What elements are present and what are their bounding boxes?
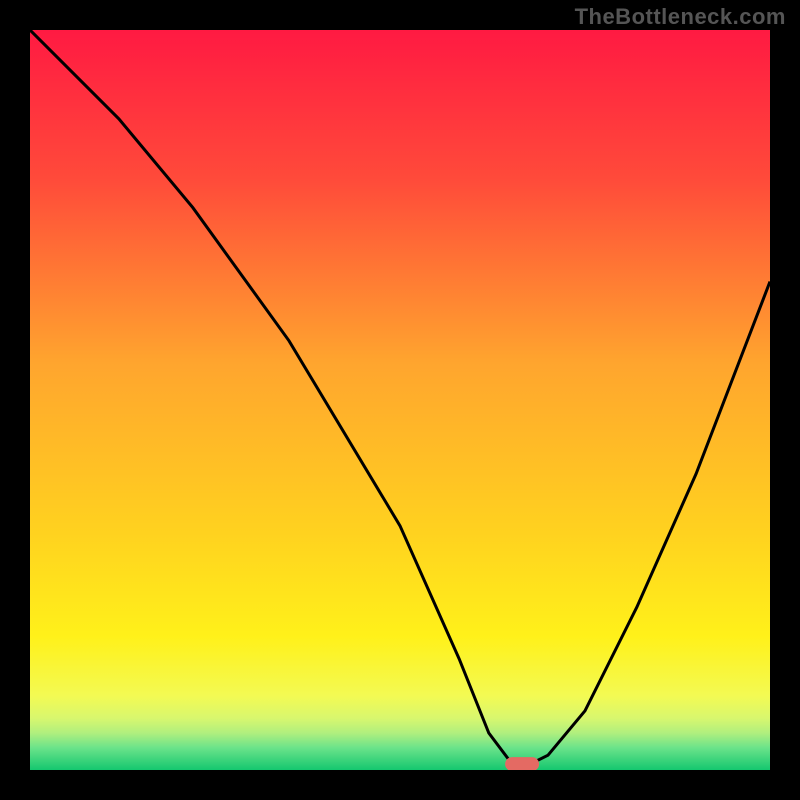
- optimal-marker: [505, 757, 539, 770]
- watermark-text: TheBottleneck.com: [575, 4, 786, 30]
- bottleneck-curve: [30, 30, 770, 763]
- chart-frame: TheBottleneck.com: [0, 0, 800, 800]
- plot-area: [30, 30, 770, 770]
- curve-layer: [30, 30, 770, 770]
